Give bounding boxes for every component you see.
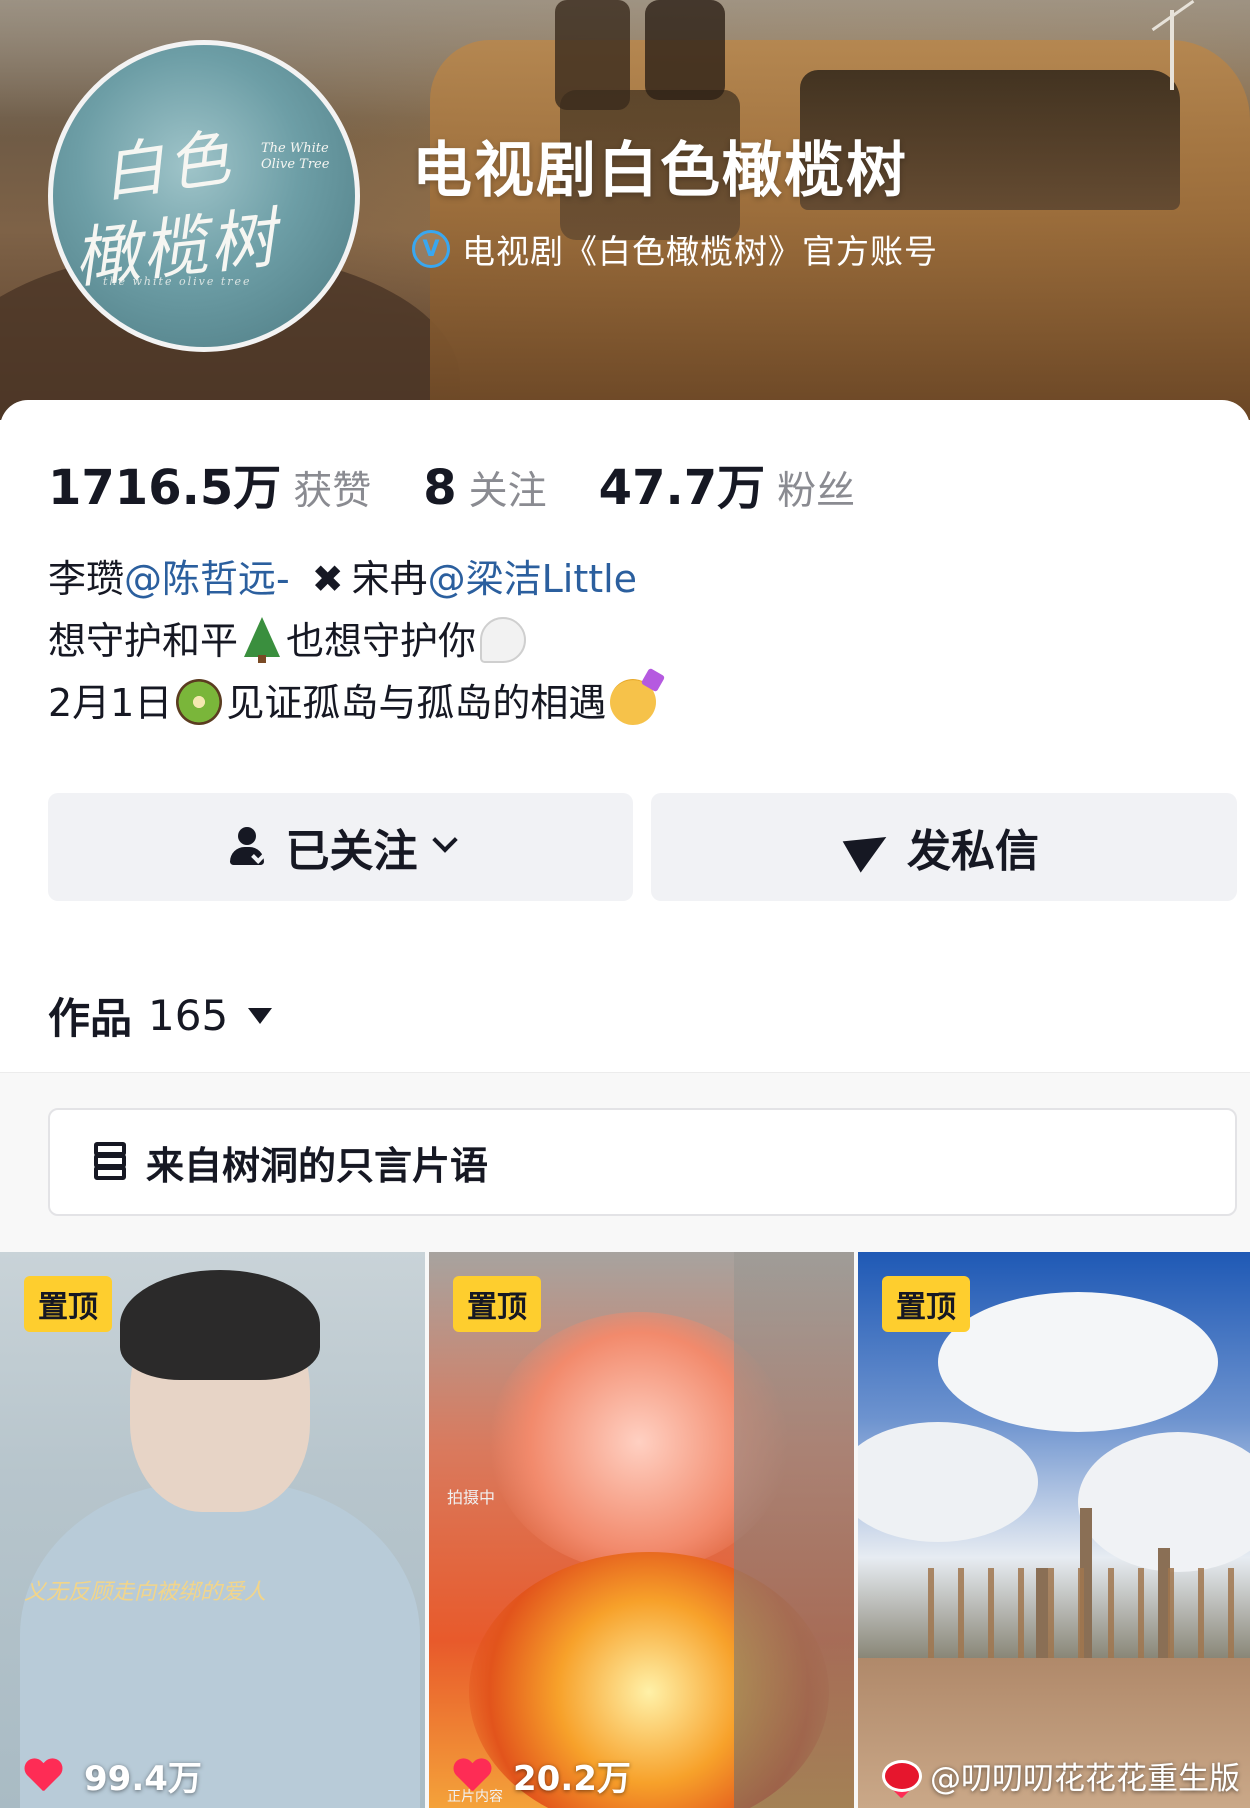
video-thumbnail-2[interactable]: 拍摄中 正片内容 置顶 20.2万 (429, 1252, 854, 1808)
weibo-watermark: @叨叨叨花花花重生版 (882, 1753, 1240, 1798)
profile-card: 1716.5万 获赞 8 关注 47.7万 粉丝 李瓒@陈哲远- ✖ 宋冉@梁洁Li… (0, 400, 1250, 1808)
thumb-ruins-wall (734, 1252, 854, 1808)
likes-label[interactable]: 获赞 (293, 460, 371, 516)
mention-link-1[interactable]: @陈哲远- (124, 557, 290, 601)
bio-text-3b: 见证孤岛与孤岛的相遇 (226, 681, 607, 725)
layers-icon (90, 1142, 130, 1182)
mention-link-2[interactable]: @梁洁Little (428, 557, 637, 601)
bio-text-3a: 2月1日 (48, 681, 173, 725)
verification-text: 电视剧《白色橄榄树》官方账号 (462, 232, 938, 271)
thumb-cloud (858, 1422, 1038, 1542)
bio-text-2a: 想守护和平 (48, 619, 239, 663)
pinned-badge: 置顶 (453, 1276, 541, 1332)
verified-icon: V (412, 230, 450, 268)
thumb-scaffold (928, 1568, 1248, 1658)
message-button-label: 发私信 (907, 826, 1039, 877)
following-label[interactable]: 关注 (469, 460, 547, 516)
dove-emoji-icon (480, 617, 527, 663)
bio-line-3: 2月1日 见证孤岛与孤岛的相遇 (48, 672, 660, 734)
banner-wind-turbine (1170, 10, 1174, 90)
watermark-text: @叨叨叨花花花重生版 (930, 1761, 1240, 1797)
video-likes: 20.2万 (453, 1751, 631, 1800)
avatar-logo-sub: the white olive tree (103, 275, 252, 288)
following-count[interactable]: 8 (423, 460, 456, 516)
video-thumbnail-3[interactable]: 置顶 @叨叨叨花花花重生版 (858, 1252, 1250, 1808)
likes-count[interactable]: 1716.5万 (48, 448, 281, 518)
heart-icon (24, 1759, 62, 1793)
chevron-down-icon (431, 827, 458, 853)
cross-icon: ✖ (311, 557, 344, 601)
bio: 李瓒@陈哲远- ✖ 宋冉@梁洁Little 想守护和平 也想守护你 2月1日 见证孤岛与… (48, 548, 660, 734)
thumb-cloud (938, 1292, 1218, 1432)
collection-entry[interactable]: 来自树洞的只言片语 (48, 1108, 1237, 1216)
send-icon (842, 821, 896, 873)
user-check-icon (228, 825, 272, 869)
tree-emoji-icon (242, 617, 282, 663)
banner-person-2 (645, 0, 725, 100)
works-count: 165 (148, 991, 229, 1040)
profile-title-block: 电视剧白色橄榄树 V 电视剧《白色橄榄树》官方账号 (412, 122, 938, 273)
avatar-logo-english: The White Olive Tree (261, 141, 330, 172)
bio-line-2: 想守护和平 也想守护你 (48, 610, 660, 672)
followers-label[interactable]: 粉丝 (777, 460, 855, 516)
avatar[interactable]: 白色 橄榄树 The White Olive Tree the white ol… (48, 40, 360, 352)
works-label: 作品 (48, 994, 133, 1043)
sort-triangle-down-icon[interactable] (248, 1007, 273, 1024)
pinned-badge: 置顶 (882, 1276, 970, 1332)
weibo-icon (882, 1759, 922, 1792)
message-button[interactable]: 发私信 (651, 793, 1237, 901)
party-face-emoji-icon (610, 679, 657, 725)
banner-person-1 (555, 0, 630, 110)
heart-icon (453, 1759, 491, 1793)
video-likes-count: 99.4万 (84, 1759, 202, 1799)
bio-text-2b: 也想守护你 (286, 619, 477, 663)
collection-label: 来自树洞的只言片语 (146, 1143, 489, 1188)
avatar-logo: 白色 橄榄树 The White Olive Tree the white ol… (53, 45, 355, 347)
stats-row: 1716.5万 获赞 8 关注 47.7万 粉丝 (48, 448, 907, 518)
video-likes-count: 20.2万 (513, 1759, 631, 1799)
works-tab[interactable]: 作品 165 (48, 985, 273, 1046)
bio-name-1: 李瓒 (48, 557, 125, 601)
kiwi-emoji-icon (176, 679, 223, 725)
page-title: 电视剧白色橄榄树 (412, 136, 908, 206)
following-button[interactable]: 已关注 (48, 793, 633, 901)
verification-row: V 电视剧《白色橄榄树》官方账号 (412, 225, 938, 273)
video-likes: 99.4万 (24, 1751, 202, 1800)
bio-name-2: 宋冉 (351, 557, 428, 601)
video-caption: 拍摄中 (447, 1488, 496, 1507)
video-thumbnail-1[interactable]: 义无反顾走向被绑的爱人 置顶 99.4万 (0, 1252, 425, 1808)
pinned-badge: 置顶 (24, 1276, 112, 1332)
bio-line-1: 李瓒@陈哲远- ✖ 宋冉@梁洁Little (48, 548, 660, 610)
video-caption: 义无反顾走向被绑的爱人 (24, 1580, 267, 1605)
thumb-figure-hair (120, 1270, 320, 1380)
followers-count[interactable]: 47.7万 (599, 448, 765, 518)
following-button-label: 已关注 (285, 826, 418, 877)
